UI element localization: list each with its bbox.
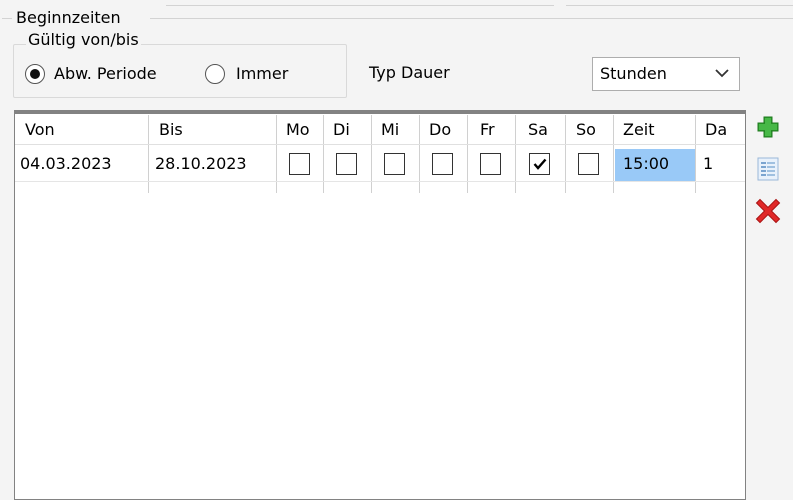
start-times-grid[interactable]: Von Bis Mo Di Mi Do Fr Sa So Zeit Da 04.…	[14, 110, 746, 500]
period-group-title: Gültig von/bis	[26, 30, 141, 49]
top-divider-left	[166, 5, 554, 6]
grid-top-border	[14, 110, 746, 114]
checkbox-di[interactable]	[336, 153, 357, 175]
group-line-top	[150, 18, 793, 19]
delete-icon	[755, 198, 781, 224]
top-divider-right	[566, 5, 793, 6]
duration-type-dropdown[interactable]: Stunden	[592, 57, 740, 91]
col-header-bis[interactable]: Bis	[159, 120, 183, 139]
cell-zeit[interactable]: 15:00	[623, 154, 669, 173]
checkmark-icon	[533, 158, 547, 170]
col-header-fr[interactable]: Fr	[480, 120, 495, 139]
checkbox-sa[interactable]	[529, 153, 550, 175]
list-icon	[757, 157, 779, 181]
delete-row-button[interactable]	[755, 198, 781, 224]
col-header-sa[interactable]: Sa	[528, 120, 548, 139]
col-header-di[interactable]: Di	[333, 120, 350, 139]
checkbox-so[interactable]	[578, 153, 599, 175]
cell-bis[interactable]: 28.10.2023	[155, 154, 247, 173]
col-header-do[interactable]: Do	[429, 120, 451, 139]
duration-type-value: Stunden	[600, 64, 667, 83]
col-header-von[interactable]: Von	[25, 120, 55, 139]
add-row-button[interactable]	[755, 114, 781, 140]
cell-von[interactable]: 04.03.2023	[20, 154, 112, 173]
checkbox-do[interactable]	[432, 153, 453, 175]
checkbox-fr[interactable]	[480, 153, 501, 175]
add-icon	[757, 116, 779, 138]
list-button[interactable]	[755, 156, 781, 182]
radio-selected-dot	[30, 69, 40, 79]
checkbox-mo[interactable]	[289, 153, 310, 175]
cell-da[interactable]: 1	[703, 154, 713, 173]
header-separator	[15, 144, 745, 145]
col-header-mo[interactable]: Mo	[286, 120, 310, 139]
checkbox-mi[interactable]	[384, 153, 405, 175]
radio-immer-label[interactable]: Immer	[236, 64, 288, 83]
group-line-left-stub	[2, 18, 12, 19]
col-header-da[interactable]: Da	[705, 120, 727, 139]
radio-abw-periode-label[interactable]: Abw. Periode	[54, 64, 157, 83]
radio-immer[interactable]	[205, 64, 225, 84]
duration-type-label: Typ Dauer	[369, 63, 450, 82]
col-header-so[interactable]: So	[576, 120, 596, 139]
col-header-mi[interactable]: Mi	[381, 120, 399, 139]
chevron-down-icon	[715, 69, 729, 78]
row-separator	[15, 181, 745, 182]
group-title: Beginnzeiten	[14, 8, 123, 27]
col-header-zeit[interactable]: Zeit	[623, 120, 655, 139]
radio-abw-periode[interactable]	[25, 64, 45, 84]
